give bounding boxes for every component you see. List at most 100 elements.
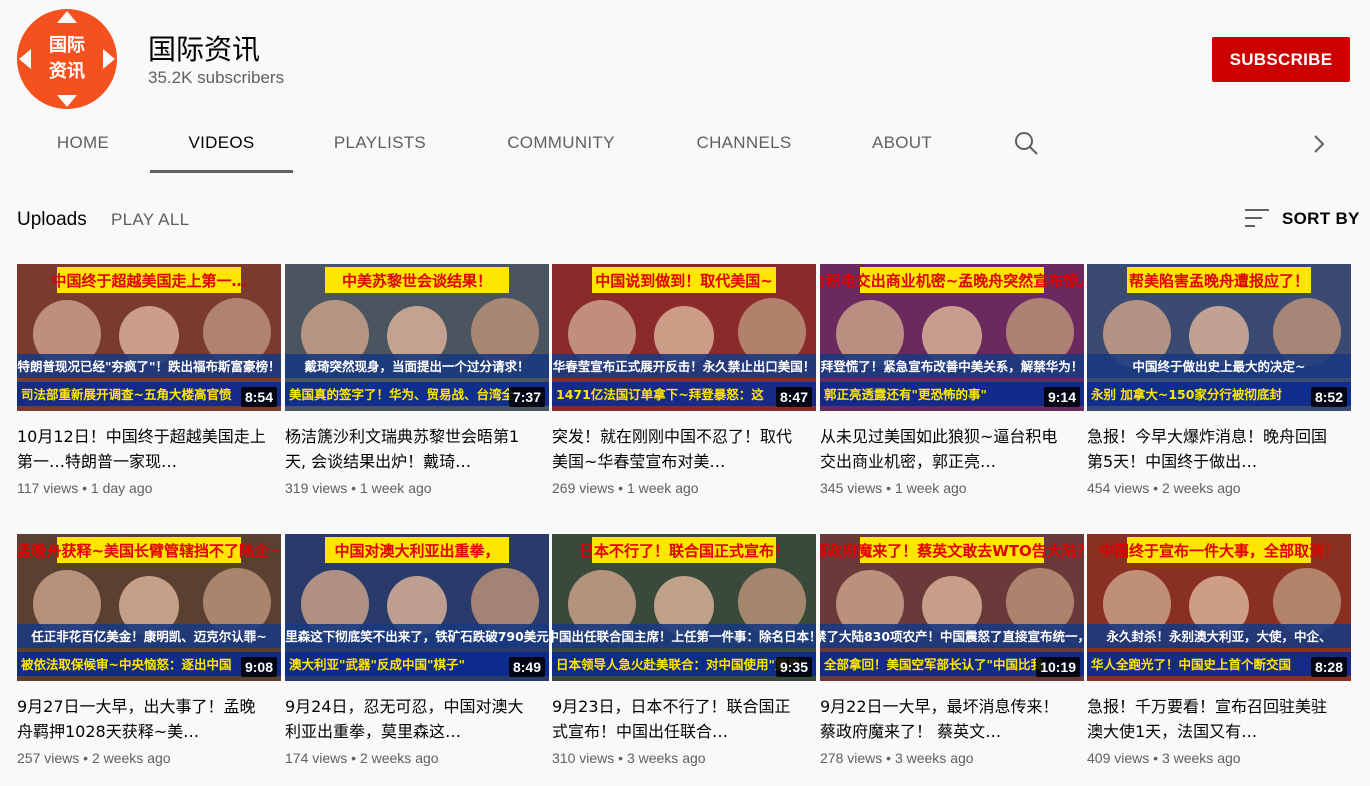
- meta-separator: •: [886, 480, 895, 496]
- video-card[interactable]: 中国说到做到！取代美国~ 华春莹宣布正式展开反击！永久禁止出口美国！ 1471亿…: [552, 264, 816, 496]
- thumbnail-caption-top: 美国逼台积电交出商业机密~孟晚舟突然宣布惊人消息！: [820, 272, 1084, 290]
- video-card[interactable]: 蔡政府魔来了！蔡英文敢去WTO告大陆？ 禁了大陆830项农产！中国震怒了直接宣布…: [820, 534, 1084, 766]
- video-title[interactable]: 杨洁篪沙利文瑞典苏黎世会晤第1天, 会谈结果出炉！戴琦…: [285, 424, 535, 474]
- video-views: 345 views: [820, 480, 883, 496]
- meta-separator: •: [83, 750, 92, 766]
- video-card[interactable]: 日本不行了！联合国正式宣布！ 中国出任联合国主席！上任第一件事：除名日本！ 日本…: [552, 534, 816, 766]
- meta-separator: •: [351, 750, 360, 766]
- video-age: 1 day ago: [90, 480, 153, 496]
- video-card[interactable]: 中国终于超越美国走上第一… 特朗普现况已经"夯疯了"！跌出福布斯富豪榜！ 司法部…: [17, 264, 281, 496]
- video-duration: 10:19: [1036, 657, 1080, 677]
- thumbnail-caption-bottom: 美国真的签字了！华为、贸易战、台湾全: [289, 387, 515, 402]
- video-card[interactable]: 美国逼台积电交出商业机密~孟晚舟突然宣布惊人消息！ 拜登慌了！紧急宣布改善中美关…: [820, 264, 1084, 496]
- video-age: 3 weeks ago: [626, 750, 706, 766]
- video-thumbnail[interactable]: 美国逼台积电交出商业机密~孟晚舟突然宣布惊人消息！ 拜登慌了！紧急宣布改善中美关…: [820, 264, 1084, 411]
- thumbnail-caption-top: 日本不行了！联合国正式宣布！: [579, 542, 789, 560]
- video-views: 454 views: [1087, 480, 1150, 496]
- avatar-text-line2: 资讯: [49, 60, 85, 82]
- video-title[interactable]: 突发！就在刚刚中国不忍了！取代美国~华春莹宣布对美…: [552, 424, 802, 474]
- thumbnail-caption-top: 中国终于超越美国走上第一…: [51, 272, 246, 290]
- video-age: 1 week ago: [359, 480, 432, 496]
- video-views: 409 views: [1087, 750, 1150, 766]
- video-title[interactable]: 10月12日！中国终于超越美国走上第一…特朗普一家现…: [17, 424, 267, 474]
- video-age: 3 weeks ago: [894, 750, 974, 766]
- thumbnail-caption-mid: 戴琦突然现身，当面提出一个过分请求！: [304, 359, 529, 374]
- video-duration: 8:52: [1310, 387, 1347, 407]
- video-duration: 8:54: [240, 387, 277, 407]
- video-thumbnail[interactable]: 中国终于宣布一件大事，全部取消！ 永久封杀！永别澳大利亚，大使，中企、 华人全跑…: [1087, 534, 1351, 681]
- thumbnail-caption-mid: 莫里森这下彻底笑不出来了，铁矿石跌破790美元，: [285, 629, 549, 644]
- video-title[interactable]: 9月24日，忍无可忍，中国对澳大利亚出重拳，莫里森这…: [285, 694, 535, 744]
- video-card[interactable]: 中美苏黎世会谈结果！ 戴琦突然现身，当面提出一个过分请求！ 美国真的签字了！华为…: [285, 264, 549, 496]
- video-thumbnail[interactable]: 帮美陷害孟晚舟遭报应了！ 中国终于做出史上最大的决定~ 永别 加拿大~150家分…: [1087, 264, 1351, 411]
- video-card[interactable]: 帮美陷害孟晚舟遭报应了！ 中国终于做出史上最大的决定~ 永别 加拿大~150家分…: [1087, 264, 1351, 496]
- sort-icon[interactable]: [1244, 207, 1270, 229]
- video-title[interactable]: 9月27日一大早，出大事了！孟晚舟羁押1028天获释~美…: [17, 694, 267, 744]
- thumbnail-caption-bottom: 澳大利亚"武器"反成中国"棋子": [289, 657, 465, 672]
- video-title[interactable]: 从未见过美国如此狼狈~逼台积电交出商业机密，郭正亮…: [820, 424, 1070, 474]
- tab-videos[interactable]: VIDEOS: [150, 114, 293, 173]
- video-title[interactable]: 急报！今早大爆炸消息！晚舟回国第5天！中国终于做出…: [1087, 424, 1337, 474]
- video-meta: 278 views • 3 weeks ago: [820, 750, 1084, 766]
- thumbnail-caption-bottom: 华人全跑光了！中国史上首个断交国: [1091, 657, 1291, 672]
- video-meta: 117 views • 1 day ago: [17, 480, 281, 496]
- channel-name: 国际资讯: [148, 33, 261, 66]
- video-views: 278 views: [820, 750, 883, 766]
- thumbnail-caption-mid: 华春莹宣布正式展开反击！永久禁止出口美国！: [553, 359, 816, 374]
- video-title[interactable]: 急报！千万要看！宣布召回驻美驻澳大使1天，法国又有…: [1087, 694, 1337, 744]
- tab-home[interactable]: HOME: [17, 114, 149, 172]
- play-all-button[interactable]: PLAY ALL: [111, 210, 189, 230]
- video-card[interactable]: 孟晚舟获释~美国长臂管辖挡不了陆企~ 任正非花百亿美金！康明凯、迈克尔认罪~ 被…: [17, 534, 281, 766]
- thumbnail-caption-top: 中美苏黎世会谈结果！: [342, 272, 492, 290]
- video-thumbnail[interactable]: 中国对澳大利亚出重拳， 莫里森这下彻底笑不出来了，铁矿石跌破790美元， 澳大利…: [285, 534, 549, 681]
- video-duration: 8:28: [1310, 657, 1347, 677]
- video-meta: 319 views • 1 week ago: [285, 480, 549, 496]
- video-duration: 9:08: [240, 657, 277, 677]
- video-views: 117 views: [17, 480, 79, 496]
- avatar-text-line1: 国际: [49, 35, 85, 56]
- tab-about[interactable]: ABOUT: [847, 114, 957, 172]
- video-meta: 174 views • 2 weeks ago: [285, 750, 549, 766]
- video-thumbnail[interactable]: 中美苏黎世会谈结果！ 戴琦突然现身，当面提出一个过分请求！ 美国真的签字了！华为…: [285, 264, 549, 411]
- meta-separator: •: [618, 480, 627, 496]
- tab-playlists[interactable]: PLAYLISTS: [314, 114, 446, 172]
- video-duration: 8:47: [775, 387, 812, 407]
- video-meta: 269 views • 1 week ago: [552, 480, 816, 496]
- meta-separator: •: [82, 480, 91, 496]
- thumbnail-caption-bottom: 日本领导人急火赴美联合：对中国使用"更严: [556, 657, 800, 672]
- video-age: 2 weeks ago: [359, 750, 439, 766]
- video-meta: 409 views • 3 weeks ago: [1087, 750, 1351, 766]
- video-thumbnail[interactable]: 中国终于超越美国走上第一… 特朗普现况已经"夯疯了"！跌出福布斯富豪榜！ 司法部…: [17, 264, 281, 411]
- video-card[interactable]: 中国对澳大利亚出重拳， 莫里森这下彻底笑不出来了，铁矿石跌破790美元， 澳大利…: [285, 534, 549, 766]
- subscribe-button[interactable]: SUBSCRIBE: [1212, 37, 1350, 82]
- video-thumbnail[interactable]: 蔡政府魔来了！蔡英文敢去WTO告大陆？ 禁了大陆830项农产！中国震怒了直接宣布…: [820, 534, 1084, 681]
- thumbnail-caption-top: 中国对澳大利亚出重拳，: [334, 542, 499, 560]
- video-card[interactable]: 中国终于宣布一件大事，全部取消！ 永久封杀！永别澳大利亚，大使，中企、 华人全跑…: [1087, 534, 1351, 766]
- video-thumbnail[interactable]: 中国说到做到！取代美国~ 华春莹宣布正式展开反击！永久禁止出口美国！ 1471亿…: [552, 264, 816, 411]
- thumbnail-caption-bottom: 郭正亮透露还有"更恐怖的事": [824, 387, 987, 402]
- video-title[interactable]: 9月22日一大早，最坏消息传来！蔡政府魔来了！ 蔡英文…: [820, 694, 1070, 744]
- meta-separator: •: [886, 750, 895, 766]
- video-duration: 8:49: [508, 657, 545, 677]
- channel-tabs: HOME VIDEOS PLAYLISTS COMMUNITY CHANNELS…: [0, 114, 1370, 174]
- video-meta: 454 views • 2 weeks ago: [1087, 480, 1351, 496]
- video-thumbnail[interactable]: 孟晚舟获释~美国长臂管辖挡不了陆企~ 任正非花百亿美金！康明凯、迈克尔认罪~ 被…: [17, 534, 281, 681]
- tab-community[interactable]: COMMUNITY: [490, 114, 632, 172]
- video-views: 319 views: [285, 480, 348, 496]
- thumbnail-caption-mid: 拜登慌了！紧急宣布改善中美关系，解禁华为！: [821, 359, 1084, 374]
- channel-avatar[interactable]: 国际 资讯: [17, 9, 117, 109]
- meta-separator: •: [1153, 750, 1162, 766]
- search-icon[interactable]: [1013, 130, 1039, 156]
- thumbnail-caption-top: 帮美陷害孟晚舟遭报应了！: [1129, 272, 1309, 290]
- thumbnail-caption-bottom: 永别 加拿大~150家分行被彻底封: [1090, 387, 1282, 402]
- video-age: 3 weeks ago: [1161, 750, 1241, 766]
- video-title[interactable]: 9月23日，日本不行了！联合国正式宣布！中国出任联合…: [552, 694, 802, 744]
- chevron-right-icon[interactable]: [1308, 133, 1330, 155]
- thumbnail-caption-mid: 特朗普现况已经"夯疯了"！跌出福布斯富豪榜！: [17, 359, 280, 374]
- tab-channels[interactable]: CHANNELS: [678, 114, 810, 172]
- video-thumbnail[interactable]: 日本不行了！联合国正式宣布！ 中国出任联合国主席！上任第一件事：除名日本！ 日本…: [552, 534, 816, 681]
- sort-by-button[interactable]: SORT BY: [1282, 209, 1360, 229]
- thumbnail-caption-top: 蔡政府魔来了！蔡英文敢去WTO告大陆？: [820, 542, 1084, 560]
- video-duration: 7:37: [508, 387, 545, 407]
- thumbnail-caption-mid: 任正非花百亿美金！康明凯、迈克尔认罪~: [30, 629, 266, 644]
